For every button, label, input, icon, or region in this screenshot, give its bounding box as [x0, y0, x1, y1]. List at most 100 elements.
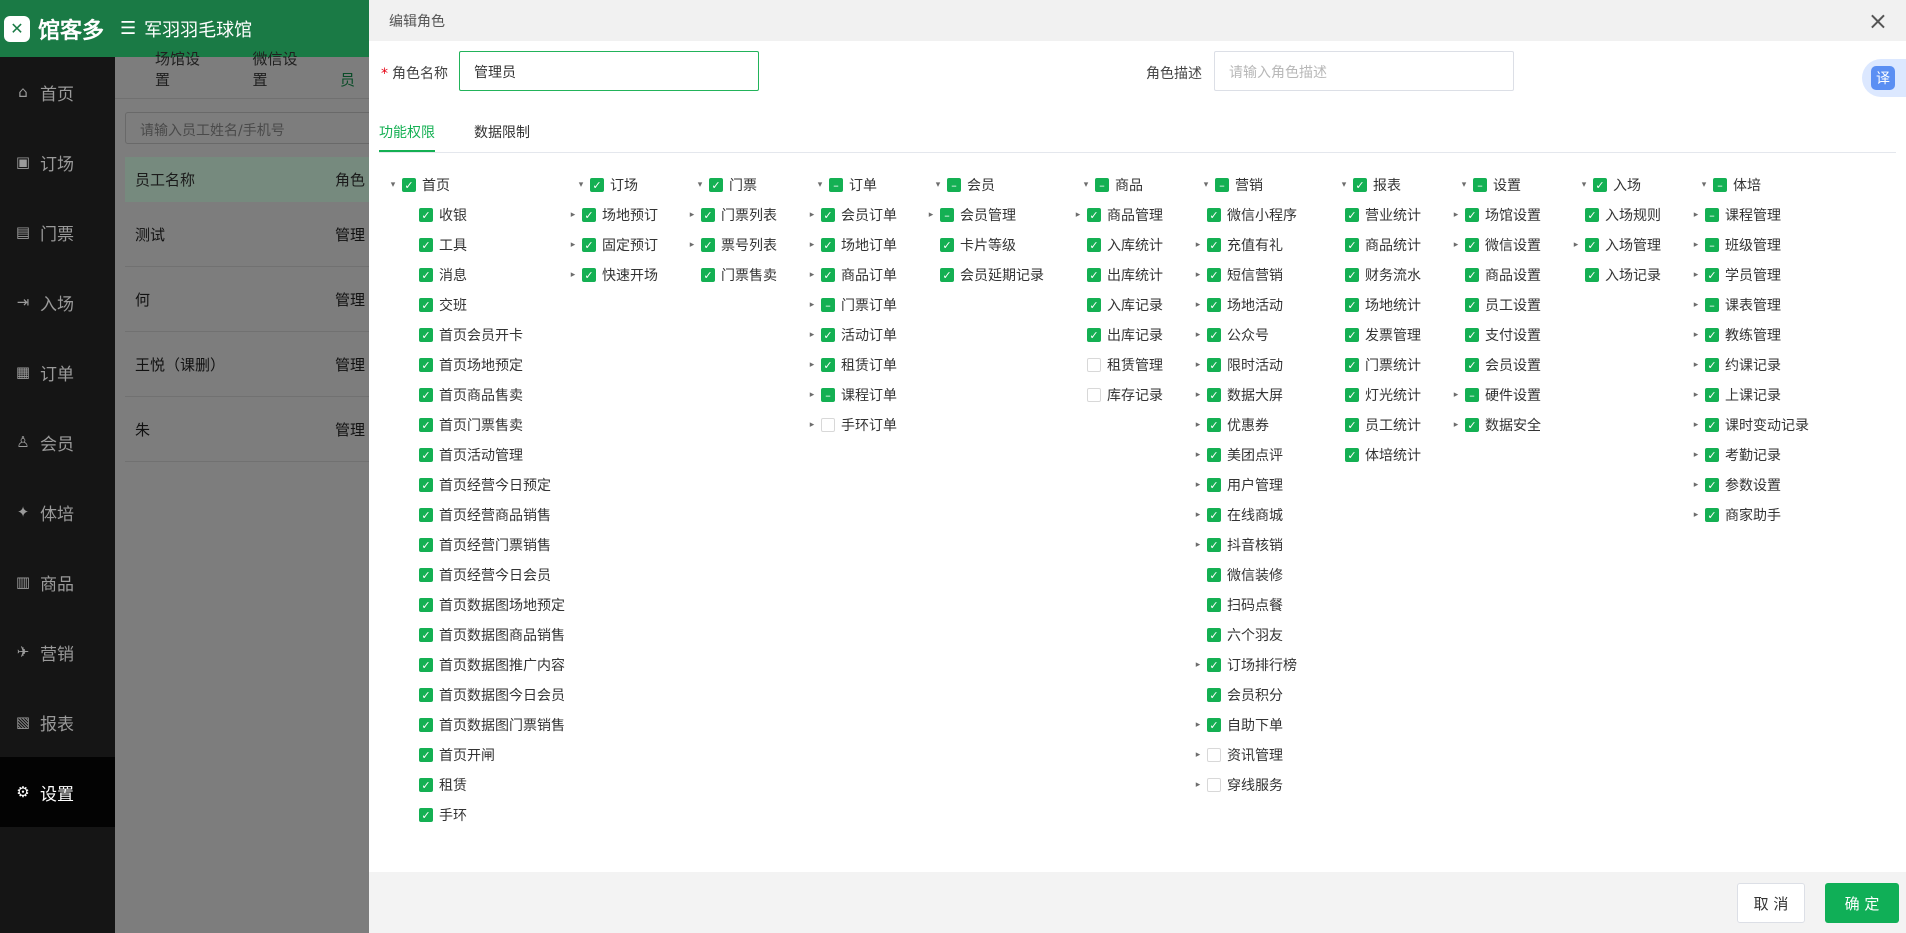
- permission-checkbox[interactable]: ✓: [419, 448, 433, 462]
- permission-checkbox[interactable]: ✓: [1705, 478, 1719, 492]
- sidebar-item-ticket[interactable]: ▤ 门票: [0, 197, 115, 267]
- permission-item[interactable]: ▸ ✓ 限时活动: [1192, 350, 1297, 380]
- permission-checkbox[interactable]: ✓: [821, 268, 835, 282]
- permission-item[interactable]: ▸ ✓ 短信营销: [1192, 260, 1297, 290]
- permission-item[interactable]: ✓ 首页数据图推广内容: [404, 650, 565, 680]
- permission-item[interactable]: ▸ ✓ 优惠券: [1192, 410, 1297, 440]
- permission-checkbox[interactable]: [1207, 778, 1221, 792]
- permission-item[interactable]: ▸ ✓ 上课记录: [1690, 380, 1809, 410]
- permission-checkbox[interactable]: ✓: [821, 328, 835, 342]
- expand-arrow-icon[interactable]: ▸: [1690, 389, 1702, 401]
- expand-arrow-icon[interactable]: ▸: [1690, 359, 1702, 371]
- permission-checkbox[interactable]: ✓: [419, 268, 433, 282]
- expand-arrow-icon[interactable]: ▸: [806, 329, 818, 341]
- expand-arrow-icon[interactable]: ▸: [1690, 209, 1702, 221]
- permission-checkbox[interactable]: –: [1713, 178, 1727, 192]
- tab-data-limits[interactable]: 数据限制: [474, 122, 530, 150]
- permission-checkbox[interactable]: ✓: [940, 238, 954, 252]
- expand-arrow-icon[interactable]: ▸: [1690, 449, 1702, 461]
- expand-arrow-icon[interactable]: ▸: [1690, 509, 1702, 521]
- permission-item[interactable]: ✓ 财务流水: [1330, 260, 1421, 290]
- cancel-button[interactable]: 取 消: [1737, 883, 1805, 923]
- expand-arrow-icon[interactable]: ▸: [686, 239, 698, 251]
- permission-checkbox[interactable]: ✓: [1345, 208, 1359, 222]
- permission-item[interactable]: ✓ 商品设置: [1450, 260, 1541, 290]
- permission-item[interactable]: ▸ ✓ 商品订单: [806, 260, 897, 290]
- sidebar-item-member[interactable]: ♙ 会员: [0, 407, 115, 477]
- sidebar-item-report[interactable]: ▧ 报表: [0, 687, 115, 757]
- permission-checkbox[interactable]: ✓: [1585, 238, 1599, 252]
- permission-item[interactable]: ✓ 发票管理: [1330, 320, 1421, 350]
- permission-item[interactable]: ✓ 首页经营今日预定: [404, 470, 565, 500]
- permission-item[interactable]: ✓ 微信小程序: [1192, 200, 1297, 230]
- permission-checkbox[interactable]: ✓: [419, 388, 433, 402]
- permission-checkbox[interactable]: ✓: [582, 208, 596, 222]
- permission-checkbox[interactable]: –: [1465, 388, 1479, 402]
- permission-item[interactable]: ✓ 首页门票售卖: [404, 410, 565, 440]
- permission-item[interactable]: ▸ ✓ 入场管理: [1570, 230, 1661, 260]
- expand-arrow-icon[interactable]: ▸: [1192, 779, 1204, 791]
- tab-wechat-settings[interactable]: 微信设置: [232, 48, 329, 98]
- permission-checkbox[interactable]: ✓: [419, 298, 433, 312]
- confirm-button[interactable]: 确 定: [1825, 883, 1899, 923]
- permission-checkbox[interactable]: ✓: [419, 748, 433, 762]
- permission-checkbox[interactable]: ✓: [701, 208, 715, 222]
- permission-item[interactable]: ✓ 首页活动管理: [404, 440, 565, 470]
- permission-item[interactable]: ▸ ✓ 租赁订单: [806, 350, 897, 380]
- expand-arrow-icon[interactable]: ▸: [1192, 359, 1204, 371]
- expand-arrow-icon[interactable]: ▸: [925, 209, 937, 221]
- permission-item[interactable]: ✓ 首页商品售卖: [404, 380, 565, 410]
- permission-checkbox[interactable]: ✓: [1465, 328, 1479, 342]
- collapse-arrow-icon[interactable]: ▾: [575, 179, 587, 191]
- permission-checkbox[interactable]: ✓: [1207, 508, 1221, 522]
- expand-arrow-icon[interactable]: ▸: [1192, 389, 1204, 401]
- permission-item[interactable]: ✓ 会员积分: [1192, 680, 1297, 710]
- sidebar-item-goods[interactable]: ▥ 商品: [0, 547, 115, 617]
- sidebar-item-order[interactable]: ▦ 订单: [0, 337, 115, 407]
- permission-checkbox[interactable]: ✓: [402, 178, 416, 192]
- permission-item[interactable]: ▸ ✓ 场地预订: [567, 200, 658, 230]
- permission-item[interactable]: ▸ ✓ 约课记录: [1690, 350, 1809, 380]
- expand-arrow-icon[interactable]: ▸: [806, 419, 818, 431]
- permission-checkbox[interactable]: ✓: [1345, 298, 1359, 312]
- permission-group[interactable]: ▾ ✓ 报表: [1338, 170, 1421, 200]
- permission-checkbox[interactable]: ✓: [419, 328, 433, 342]
- permission-item[interactable]: ✓ 出库统计: [1072, 260, 1163, 290]
- permission-item[interactable]: ✓ 卡片等级: [925, 230, 1044, 260]
- permission-checkbox[interactable]: [821, 418, 835, 432]
- expand-arrow-icon[interactable]: ▸: [1192, 659, 1204, 671]
- permission-item[interactable]: ✓ 首页数据图门票销售: [404, 710, 565, 740]
- expand-arrow-icon[interactable]: ▸: [806, 209, 818, 221]
- table-row[interactable]: 测试 管理: [125, 202, 385, 267]
- permission-checkbox[interactable]: ✓: [701, 268, 715, 282]
- permission-item[interactable]: ▸ ✓ 教练管理: [1690, 320, 1809, 350]
- collapse-arrow-icon[interactable]: ▾: [932, 179, 944, 191]
- expand-arrow-icon[interactable]: ▸: [567, 209, 579, 221]
- permission-checkbox[interactable]: ✓: [419, 208, 433, 222]
- permission-group[interactable]: ▾ – 设置: [1458, 170, 1541, 200]
- permission-checkbox[interactable]: ✓: [1345, 388, 1359, 402]
- permission-item[interactable]: ▸ ✓ 固定预订: [567, 230, 658, 260]
- venue-switcher[interactable]: ☰ 军羽羽毛球馆: [120, 16, 252, 42]
- sidebar-item-training[interactable]: ✦ 体培: [0, 477, 115, 547]
- expand-arrow-icon[interactable]: ▸: [806, 239, 818, 251]
- permission-item[interactable]: ✓ 体培统计: [1330, 440, 1421, 470]
- sidebar-item-entry[interactable]: ⇥ 入场: [0, 267, 115, 337]
- permission-item[interactable]: ▸ – 班级管理: [1690, 230, 1809, 260]
- permission-checkbox[interactable]: ✓: [1207, 328, 1221, 342]
- translate-button[interactable]: 译: [1862, 59, 1906, 97]
- permission-group[interactable]: ▾ – 体培: [1698, 170, 1809, 200]
- expand-arrow-icon[interactable]: ▸: [1192, 539, 1204, 551]
- permission-checkbox[interactable]: ✓: [1087, 208, 1101, 222]
- expand-arrow-icon[interactable]: ▸: [806, 359, 818, 371]
- expand-arrow-icon[interactable]: ▸: [1192, 449, 1204, 461]
- permission-checkbox[interactable]: ✓: [1087, 268, 1101, 282]
- permission-checkbox[interactable]: –: [829, 178, 843, 192]
- permission-item[interactable]: ✓ 员工统计: [1330, 410, 1421, 440]
- permission-checkbox[interactable]: ✓: [1353, 178, 1367, 192]
- permission-checkbox[interactable]: ✓: [1465, 208, 1479, 222]
- permission-item[interactable]: ▸ 穿线服务: [1192, 770, 1297, 800]
- permission-checkbox[interactable]: ✓: [1345, 448, 1359, 462]
- permission-checkbox[interactable]: ✓: [419, 658, 433, 672]
- permission-checkbox[interactable]: ✓: [1087, 328, 1101, 342]
